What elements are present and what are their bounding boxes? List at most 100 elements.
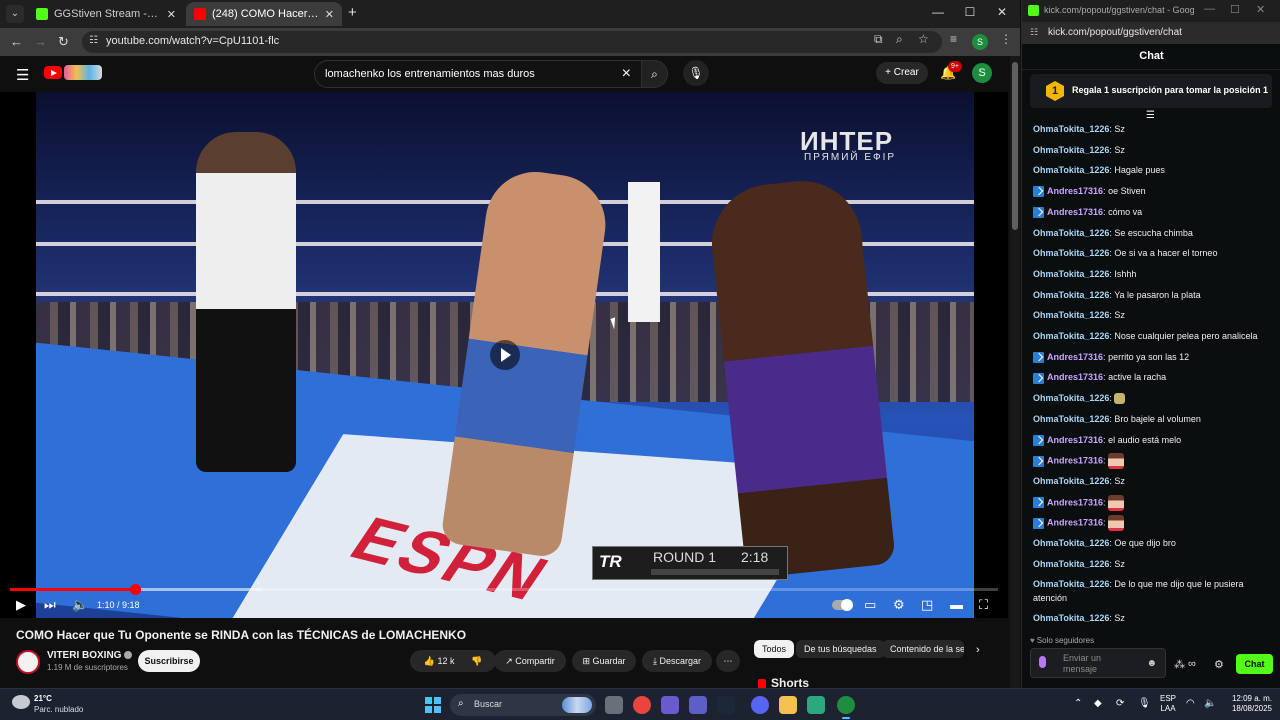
teams-icon[interactable] [689,696,707,714]
task-view-icon[interactable] [605,696,623,714]
video-player[interactable]: ESPN ИНТЕР ПРЯМИЙ ЕФІР TR ROUND 1 2:18 ▶… [0,92,1008,618]
tray-refresh-icon[interactable]: ⟳ [1116,698,1124,709]
media-controls-icon[interactable]: ≡ [950,32,957,46]
maximize-icon[interactable]: ☐ [954,5,986,19]
page-scrollbar[interactable] [1010,56,1020,688]
pinned-gift-banner[interactable]: 1 Regala 1 suscripción para tomar la pos… [1030,74,1272,108]
chip-related[interactable]: Contenido de la se [882,640,964,658]
chat-username[interactable]: Andres17316 [1047,186,1103,196]
chat-emote-icon[interactable] [1108,453,1125,470]
chat-username[interactable]: OhmaTokita_1226 [1033,165,1109,175]
fullscreen-icon[interactable]: ⛶ [979,597,988,613]
chip-all[interactable]: Todos [754,640,795,658]
chat-username[interactable]: OhmaTokita_1226 [1033,145,1109,155]
search-icon[interactable]: ⌕ [642,60,668,88]
more-actions-icon[interactable]: ⋯ [716,650,740,672]
progress-bar[interactable] [10,584,998,595]
xbox-icon[interactable] [807,696,825,714]
autoplay-toggle[interactable] [832,599,853,611]
infinity-icon[interactable]: ∞ [1188,658,1196,670]
menu-hamburger-icon[interactable]: ☰ [16,66,29,84]
close-window-icon[interactable]: ✕ [986,5,1018,19]
address-bar[interactable]: ☷ youtube.com/watch?v=CpU1101-flc [82,31,942,53]
chat-username[interactable]: OhmaTokita_1226 [1033,310,1109,320]
play-icon[interactable]: ▶ [16,597,26,613]
chat-username[interactable]: OhmaTokita_1226 [1033,124,1109,134]
close-window-icon[interactable]: ✕ [1256,3,1265,16]
browser-menu-icon[interactable]: ⋮ [1000,32,1012,46]
channel-name[interactable]: VITERI BOXING [47,650,133,661]
subtitles-icon[interactable]: ▭ [864,597,876,613]
chat-username[interactable]: Andres17316 [1047,518,1103,528]
windows-start-icon[interactable] [425,697,441,713]
close-tab-icon[interactable]: ✕ [325,8,334,21]
chat-emote-icon[interactable] [1108,515,1125,532]
chip-next-chevron-icon[interactable]: › [976,642,980,658]
chat-send-button[interactable]: Chat [1236,654,1273,674]
discord-icon[interactable] [751,696,769,714]
tray-app-icon[interactable]: ◆ [1094,698,1102,709]
chip-from-searches[interactable]: De tus búsquedas [796,640,885,658]
maximize-icon[interactable]: ☐ [1230,3,1240,16]
chat-address-bar[interactable]: ☷ kick.com/popout/ggstiven/chat [1022,22,1280,44]
chat-username[interactable]: OhmaTokita_1226 [1033,414,1109,424]
chat-username[interactable]: OhmaTokita_1226 [1033,248,1109,258]
chat-username[interactable]: Andres17316 [1047,372,1103,382]
tab-youtube-video[interactable]: (248) COMO Hacer que Tu Opo ✕ [186,2,342,26]
youtube-doodle-icon[interactable] [64,65,102,80]
like-button[interactable]: 👍 12 k [424,656,455,666]
language-indicator[interactable]: ESP LAA [1160,694,1176,714]
chat-username[interactable]: OhmaTokita_1226 [1033,228,1109,238]
chat-username[interactable]: OhmaTokita_1226 [1033,559,1109,569]
search-input[interactable]: lomachenko los entrenamientos mas duros … [314,60,642,88]
next-video-icon[interactable]: ⏭ [44,597,56,613]
chat-username[interactable]: OhmaTokita_1226 [1033,269,1109,279]
chat-username[interactable]: Andres17316 [1047,456,1103,466]
tray-mic-icon[interactable]: 🎙 [1138,698,1151,709]
weather-temperature[interactable]: 21°C [34,694,52,703]
chat-emote-icon[interactable] [1114,393,1126,405]
center-play-icon[interactable] [490,340,520,370]
back-arrow-icon[interactable]: ← [10,34,23,49]
tray-chevron-up-icon[interactable]: ⌃ [1074,698,1082,709]
chat-username[interactable]: OhmaTokita_1226 [1033,613,1109,623]
tab-kick-stream[interactable]: GGStiven Stream - Watch Live o ✕ [28,2,184,26]
volume-icon[interactable]: 🔈 [72,597,88,613]
minimize-icon[interactable]: — [1204,3,1215,15]
create-button[interactable]: + Crear [876,62,928,84]
chat-username[interactable]: Andres17316 [1047,207,1103,217]
close-tab-icon[interactable]: ✕ [167,8,176,21]
chat-username[interactable]: Andres17316 [1047,435,1103,445]
share-button[interactable]: ↗ Compartir [494,650,566,672]
subscribe-button[interactable]: Suscribirse [138,650,200,672]
settings-gear-icon[interactable]: ⚙ [893,597,905,613]
speaker-icon[interactable]: 🔈 [1204,698,1216,709]
tab-search-icon[interactable]: ⌄ [6,5,24,23]
dislike-icon[interactable]: 👎 [471,656,482,666]
steam-icon[interactable] [717,696,735,714]
download-button[interactable]: ⤓ Descargar [642,650,712,672]
chat-username[interactable]: Andres17316 [1047,352,1103,362]
theater-mode-icon[interactable]: ▬ [950,597,963,613]
file-explorer-icon[interactable] [779,696,797,714]
site-info-icon[interactable]: ☷ [89,35,98,46]
bookmark-star-icon[interactable]: ☆ [918,32,929,46]
emoji-picker-icon[interactable]: ☻ [1146,658,1157,669]
chrome-active-icon[interactable] [837,696,855,719]
zoom-icon[interactable]: ⌕ [896,32,903,47]
users-icon[interactable]: ⁂ [1174,658,1185,671]
save-button[interactable]: ⊞ Guardar [572,650,636,672]
chat-username[interactable]: OhmaTokita_1226 [1033,476,1109,486]
chat-username[interactable]: OhmaTokita_1226 [1033,331,1109,341]
chrome-icon[interactable] [633,696,651,714]
forward-arrow-icon[interactable]: → [34,34,47,49]
minimize-icon[interactable]: — [922,5,954,19]
chat-username[interactable]: OhmaTokita_1226 [1033,290,1109,300]
chat-settings-gear-icon[interactable]: ⚙ [1214,658,1224,671]
scrollbar-thumb[interactable] [1012,62,1018,230]
chat-emote-icon[interactable] [1108,494,1125,511]
browser-profile-avatar[interactable]: S [972,34,988,50]
cast-icon[interactable]: ⧉ [874,32,883,47]
chat-username[interactable]: OhmaTokita_1226 [1033,538,1109,548]
new-tab-plus-icon[interactable]: + [348,5,357,21]
